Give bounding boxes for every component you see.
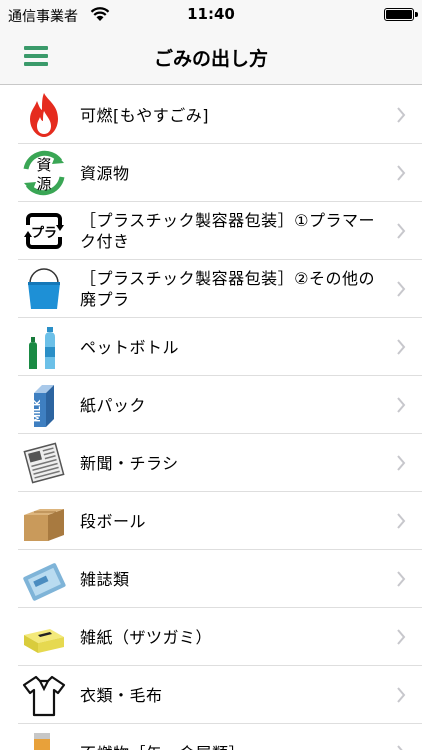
list-item-newspaper[interactable]: 新聞・チラシ	[0, 434, 422, 492]
chevron-right-icon	[397, 281, 406, 297]
chevron-right-icon	[397, 223, 406, 239]
list-item-label: 雑誌類	[80, 569, 130, 589]
list-item-label: 雑紙（ザツガミ）	[80, 627, 213, 647]
chevron-right-icon	[397, 165, 406, 181]
list-item-label: 新聞・チラシ	[80, 453, 179, 473]
list-item-cardboard[interactable]: 段ボール	[0, 492, 422, 550]
list-item-label: ペットボトル	[80, 337, 180, 357]
list-item-resources[interactable]: 資 源 資源物	[0, 144, 422, 202]
list-item-paper-pack[interactable]: MILK 紙パック	[0, 376, 422, 434]
garbage-category-list: 可燃[もやすごみ] 資 源 資源物 プラ ［プラスチック製容器包装］①プラマーク…	[0, 86, 422, 750]
list-item-clothes[interactable]: 衣類・毛布	[0, 666, 422, 724]
list-item-label: 可燃[もやすごみ]	[80, 105, 209, 125]
chevron-right-icon	[397, 107, 406, 123]
list-item-label: ［プラスチック製容器包装］②その他の廃プラ	[80, 269, 376, 309]
list-item-pet-bottles[interactable]: ペットボトル	[0, 318, 422, 376]
status-time: 11:40	[187, 5, 235, 23]
chevron-right-icon	[397, 455, 406, 471]
status-bar: 通信事業者 11:40	[0, 0, 422, 28]
page-title: ごみの出し方	[153, 48, 268, 70]
list-item-label: 不燃物［缶・金属類］	[80, 724, 386, 750]
magazine-icon	[23, 563, 66, 601]
cardboard-box-icon	[24, 509, 64, 541]
list-item-label: 資源物	[80, 163, 130, 183]
newspaper-icon	[23, 442, 65, 484]
list-item-burnable[interactable]: 可燃[もやすごみ]	[0, 86, 422, 144]
svg-text:源: 源	[36, 175, 51, 193]
svg-text:MILK: MILK	[33, 399, 42, 422]
navigation-bar: ごみの出し方	[0, 28, 422, 85]
chevron-right-icon	[397, 339, 406, 355]
fire-icon	[30, 93, 58, 137]
bucket-icon	[28, 268, 60, 309]
list-item-label: ［プラスチック製容器包装］①プラマーク付き	[80, 211, 376, 251]
tissue-box-icon	[24, 629, 64, 653]
chevron-right-icon	[397, 397, 406, 413]
recycle-resource-icon: 資 源	[23, 150, 65, 196]
list-item-mixed-paper[interactable]: 雑紙（ザツガミ）	[0, 608, 422, 666]
battery-icon	[384, 8, 418, 21]
svg-text:資: 資	[36, 156, 51, 174]
plastic-mark-icon: プラ	[24, 213, 64, 249]
svg-text:プラ: プラ	[31, 226, 57, 241]
list-item-label: 段ボール	[80, 511, 147, 531]
milk-carton-icon: MILK	[33, 385, 54, 427]
can-icon	[34, 733, 50, 750]
shirt-icon	[22, 675, 66, 717]
chevron-right-icon	[397, 513, 406, 529]
list-item-label: 衣類・毛布	[80, 685, 163, 705]
list-item-magazines[interactable]: 雑誌類	[0, 550, 422, 608]
chevron-right-icon	[397, 687, 406, 703]
list-item-other-plastic[interactable]: ［プラスチック製容器包装］②その他の廃プラ	[0, 260, 422, 318]
list-item-label: 紙パック	[80, 395, 147, 415]
chevron-right-icon	[397, 629, 406, 645]
chevron-right-icon	[397, 571, 406, 587]
list-item-incombustible[interactable]: 不燃物［缶・金属類］	[0, 724, 422, 750]
list-item-plastic-mark[interactable]: プラ ［プラスチック製容器包装］①プラマーク付き	[0, 202, 422, 260]
chevron-right-icon	[397, 745, 403, 750]
pet-bottles-icon	[29, 327, 55, 369]
